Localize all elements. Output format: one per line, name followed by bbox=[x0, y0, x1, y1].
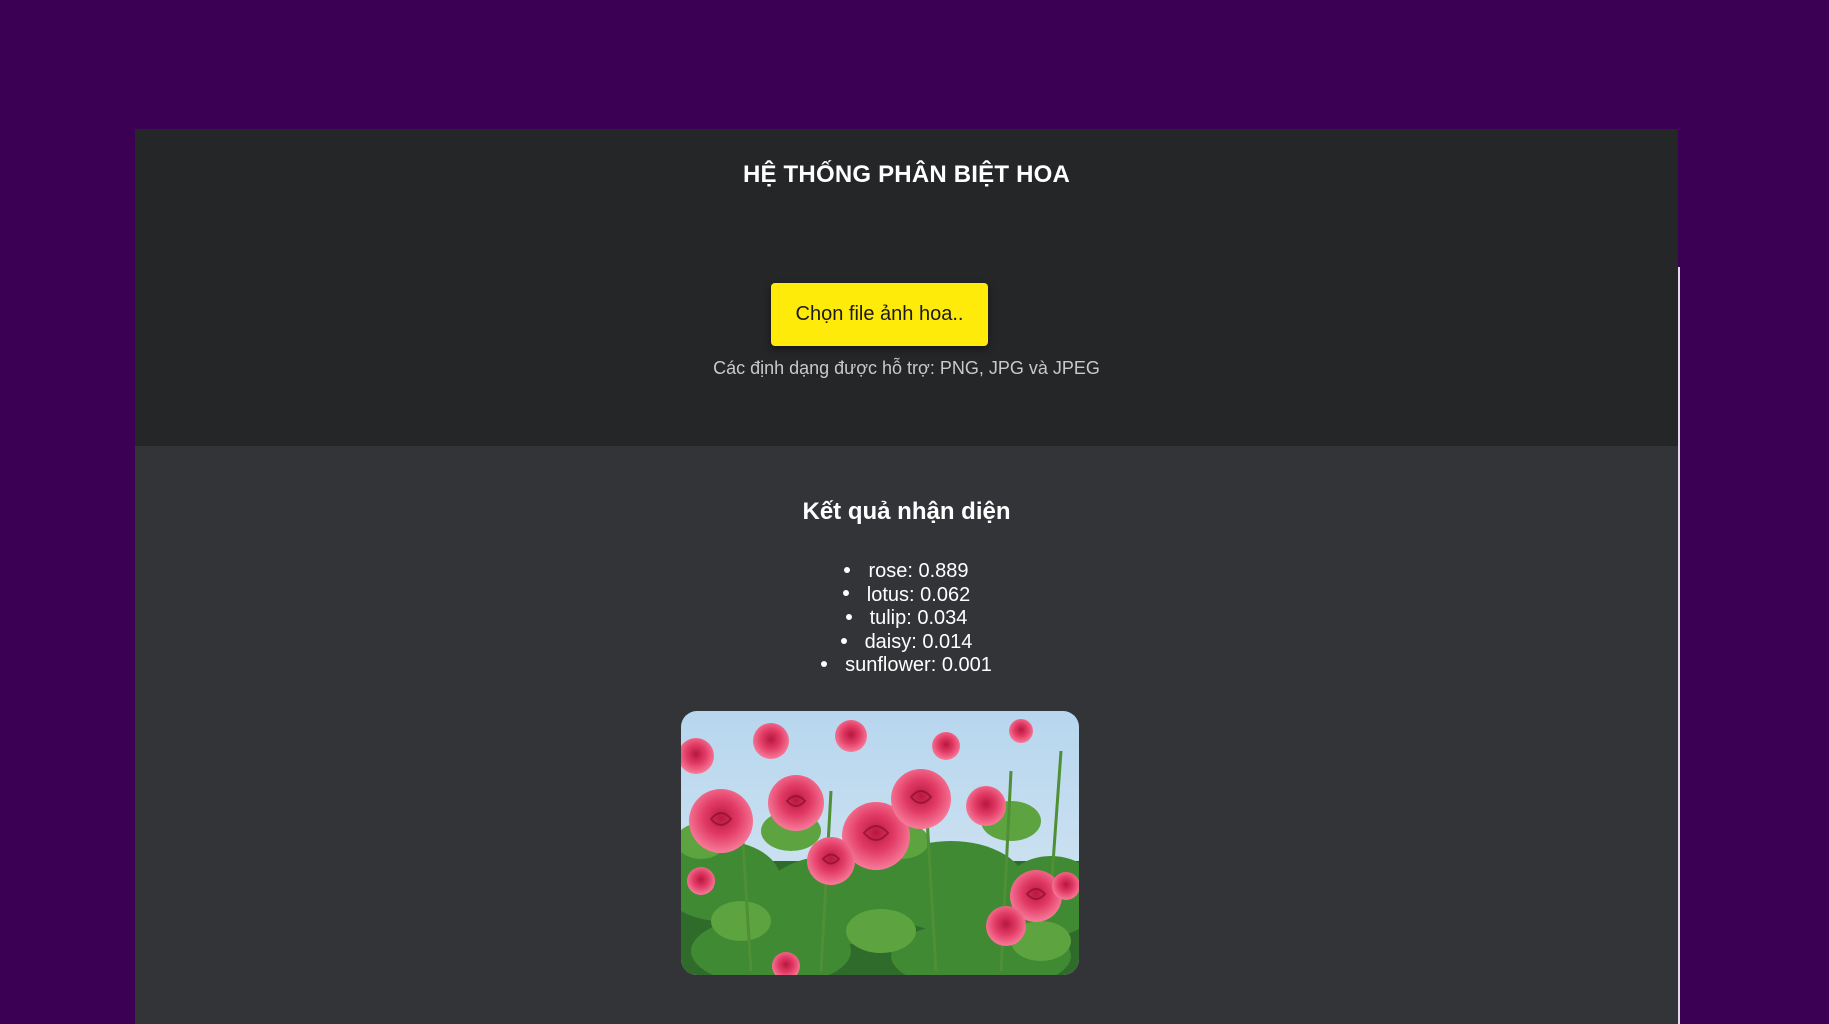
prediction-text: rose: 0.889 bbox=[868, 560, 969, 582]
prediction-text: sunflower: 0.001 bbox=[845, 654, 992, 677]
bullet-icon bbox=[845, 613, 852, 620]
uploaded-flower-image bbox=[681, 711, 1079, 975]
bullet-icon bbox=[821, 661, 828, 668]
prediction-item: tulip: 0.034 bbox=[135, 607, 1678, 631]
prediction-text: daisy: 0.014 bbox=[864, 630, 973, 653]
supported-formats-text: Các định dạng được hỗ trợ: PNG, JPG và J… bbox=[713, 358, 1100, 378]
bullet-icon bbox=[840, 637, 847, 644]
prediction-item: rose: 0.889 bbox=[135, 560, 1678, 584]
prediction-item: lotus: 0.062 bbox=[135, 584, 1678, 608]
page-title: HỆ THỐNG PHÂN BIỆT HOA bbox=[742, 161, 1071, 188]
bullet-icon bbox=[842, 590, 849, 597]
result-title: Kết quả nhận diện bbox=[802, 498, 1011, 525]
bullet-icon bbox=[844, 566, 851, 573]
prediction-text: tulip: 0.034 bbox=[869, 607, 968, 630]
result-panel: Kết quả nhận diện rose: 0.889 lotus: 0.0… bbox=[135, 446, 1678, 1024]
choose-file-button[interactable]: Chọn file ảnh hoa.. bbox=[771, 283, 988, 346]
app-container: HỆ THỐNG PHÂN BIỆT HOA Chọn file ảnh hoa… bbox=[135, 129, 1680, 1024]
panel-edge-divider bbox=[1678, 267, 1680, 1024]
prediction-text: lotus: 0.062 bbox=[866, 583, 971, 606]
prediction-item: daisy: 0.014 bbox=[135, 631, 1678, 655]
upload-panel: HỆ THỐNG PHÂN BIỆT HOA Chọn file ảnh hoa… bbox=[135, 129, 1678, 446]
prediction-item: sunflower: 0.001 bbox=[135, 654, 1678, 678]
prediction-list: rose: 0.889 lotus: 0.062 tulip: 0.034 da… bbox=[135, 560, 1678, 678]
